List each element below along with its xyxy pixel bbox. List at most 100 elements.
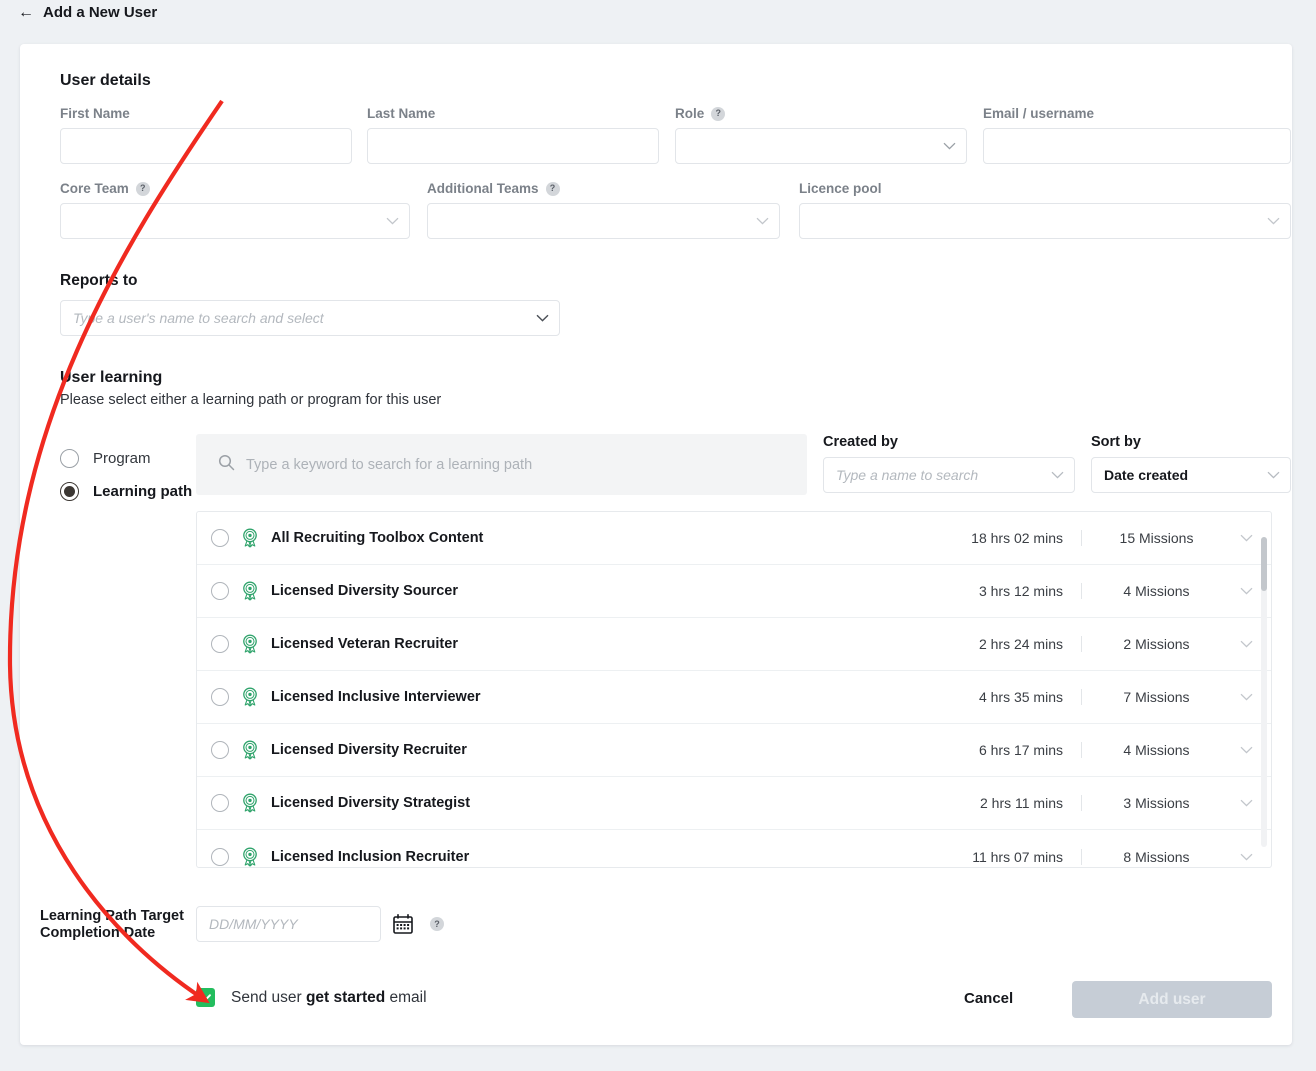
path-name: Licensed Inclusion Recruiter	[271, 848, 470, 865]
target-date-input[interactable]	[196, 906, 381, 942]
table-row[interactable]: Licensed Diversity Sourcer 3 hrs 12 mins 4…	[197, 565, 1271, 618]
award-badge-icon	[240, 528, 260, 548]
email-label: Email / username	[983, 106, 1095, 121]
table-row[interactable]: Licensed Inclusive Interviewer 4 hrs 35 m…	[197, 671, 1271, 724]
learning-type-radio-group: Program Learning path	[60, 449, 192, 515]
target-date-label: Learning Path Target Completion Date	[40, 908, 184, 941]
chevron-down-icon[interactable]	[1231, 640, 1261, 648]
path-meta: 4 hrs 35 mins 7 Missions	[979, 689, 1261, 705]
path-missions: 8 Missions	[1081, 848, 1231, 865]
chevron-down-icon[interactable]	[1231, 693, 1261, 701]
additional-teams-field-group: Additional Teams ?	[427, 181, 780, 239]
path-name: All Recruiting Toolbox Content	[271, 530, 484, 546]
reports-to-input[interactable]	[60, 300, 560, 336]
chevron-down-icon[interactable]	[1231, 534, 1261, 542]
target-date-help-icon[interactable]: ?	[430, 917, 444, 931]
learning-path-search-box[interactable]: Type a keyword to search for a learning …	[196, 434, 807, 495]
additional-teams-select[interactable]	[427, 203, 780, 239]
calendar-icon[interactable]	[392, 913, 414, 940]
chevron-down-icon[interactable]	[1231, 799, 1261, 807]
path-missions: 7 Missions	[1081, 689, 1231, 705]
additional-teams-help-icon[interactable]: ?	[545, 181, 560, 196]
path-radio-icon[interactable]	[211, 688, 229, 706]
path-meta: 6 hrs 17 mins 4 Missions	[979, 742, 1261, 758]
award-badge-icon	[240, 581, 260, 601]
email-input[interactable]	[983, 128, 1291, 164]
back-arrow-icon[interactable]: ←	[18, 4, 34, 21]
sort-by-select[interactable]	[1091, 457, 1291, 493]
table-row[interactable]: All Recruiting Toolbox Content 18 hrs 02 …	[197, 512, 1271, 565]
path-radio-icon[interactable]	[211, 847, 229, 866]
path-meta: 3 hrs 12 mins 4 Missions	[979, 583, 1261, 599]
user-learning-heading: User learning	[60, 369, 163, 386]
send-email-prefix: Send user	[231, 988, 306, 1006]
created-by-label: Created by	[823, 434, 898, 450]
radio-label-learning-path: Learning path	[93, 483, 193, 500]
award-badge-icon	[240, 740, 260, 760]
path-meta: 2 hrs 11 mins 3 Missions	[980, 795, 1261, 811]
created-by-group: Created by	[823, 434, 1075, 493]
last-name-input[interactable]	[367, 128, 659, 164]
path-radio-icon[interactable]	[211, 741, 229, 759]
path-missions: 3 Missions	[1081, 795, 1231, 811]
first-name-field-group: First Name	[60, 106, 352, 164]
cancel-button[interactable]: Cancel	[958, 989, 1019, 1008]
award-badge-icon	[240, 847, 260, 867]
user-learning-subtitle: Please select either a learning path or …	[60, 392, 442, 408]
path-radio-icon[interactable]	[211, 635, 229, 653]
path-missions: 15 Missions	[1081, 530, 1231, 546]
sort-by-label: Sort by	[1091, 434, 1141, 450]
page-title: Add a New User	[43, 4, 158, 21]
role-select[interactable]	[675, 128, 967, 164]
page-header[interactable]: ← Add a New User	[18, 4, 157, 21]
chevron-down-icon[interactable]	[1231, 746, 1261, 754]
created-by-input[interactable]	[823, 457, 1075, 493]
role-label: Role ?	[675, 106, 967, 121]
add-user-button[interactable]: Add user	[1072, 981, 1272, 1018]
send-get-started-email-checkbox[interactable]: Send user get started email	[196, 988, 427, 1007]
last-name-label: Last Name	[367, 106, 436, 121]
path-duration: 6 hrs 17 mins	[978, 742, 1063, 758]
path-name: Licensed Inclusive Interviewer	[271, 689, 481, 705]
search-icon	[218, 454, 235, 476]
reports-to-group: Reports to	[60, 272, 560, 336]
licence-pool-select[interactable]	[799, 203, 1291, 239]
checkbox-checked-icon	[196, 988, 215, 1007]
table-row[interactable]: Licensed Diversity Recruiter 6 hrs 17 min…	[197, 724, 1271, 777]
path-name: Licensed Veteran Recruiter	[271, 636, 458, 652]
table-row[interactable]: Licensed Veteran Recruiter 2 hrs 24 mins 2…	[197, 618, 1271, 671]
path-meta: 18 hrs 02 mins 15 Missions	[971, 530, 1261, 546]
target-date-group	[196, 906, 381, 942]
last-name-field-group: Last Name	[367, 106, 659, 164]
path-missions: 4 Missions	[1081, 583, 1231, 599]
learning-path-list: All Recruiting Toolbox Content 18 hrs 02 …	[196, 511, 1272, 868]
table-row[interactable]: Licensed Diversity Strategist 2 hrs 11 mi…	[197, 777, 1271, 830]
role-help-icon[interactable]: ?	[711, 106, 726, 121]
path-radio-icon[interactable]	[211, 794, 229, 812]
core-team-help-icon[interactable]: ?	[135, 181, 150, 196]
list-scrollbar-thumb[interactable]	[1261, 537, 1267, 591]
email-field-group: Email / username	[983, 106, 1291, 164]
path-duration: 11 hrs 07 mins	[972, 848, 1063, 865]
table-row[interactable]: Licensed Inclusion Recruiter 11 hrs 07 mi…	[197, 830, 1271, 867]
path-missions: 2 Missions	[1081, 636, 1231, 652]
chevron-down-icon[interactable]	[1231, 853, 1261, 861]
user-details-heading: User details	[60, 72, 151, 89]
licence-pool-field-group: Licence pool	[799, 181, 1291, 239]
radio-option-learning-path[interactable]: Learning path	[60, 482, 192, 501]
path-duration: 2 hrs 11 mins	[980, 795, 1063, 811]
path-radio-icon[interactable]	[211, 529, 229, 547]
send-email-suffix: email	[385, 988, 427, 1006]
sort-by-group: Sort by	[1091, 434, 1291, 493]
path-meta: 11 hrs 07 mins 8 Missions	[972, 848, 1261, 865]
role-field-group: Role ?	[675, 106, 967, 164]
path-radio-icon[interactable]	[211, 582, 229, 600]
radio-label-program: Program	[93, 450, 151, 467]
learning-path-search-placeholder: Type a keyword to search for a learning …	[246, 456, 533, 473]
send-email-bold: get started	[305, 988, 386, 1006]
radio-option-program[interactable]: Program	[60, 449, 192, 468]
award-badge-icon	[240, 687, 260, 707]
chevron-down-icon[interactable]	[1231, 587, 1261, 595]
first-name-input[interactable]	[60, 128, 352, 164]
core-team-select[interactable]	[60, 203, 410, 239]
